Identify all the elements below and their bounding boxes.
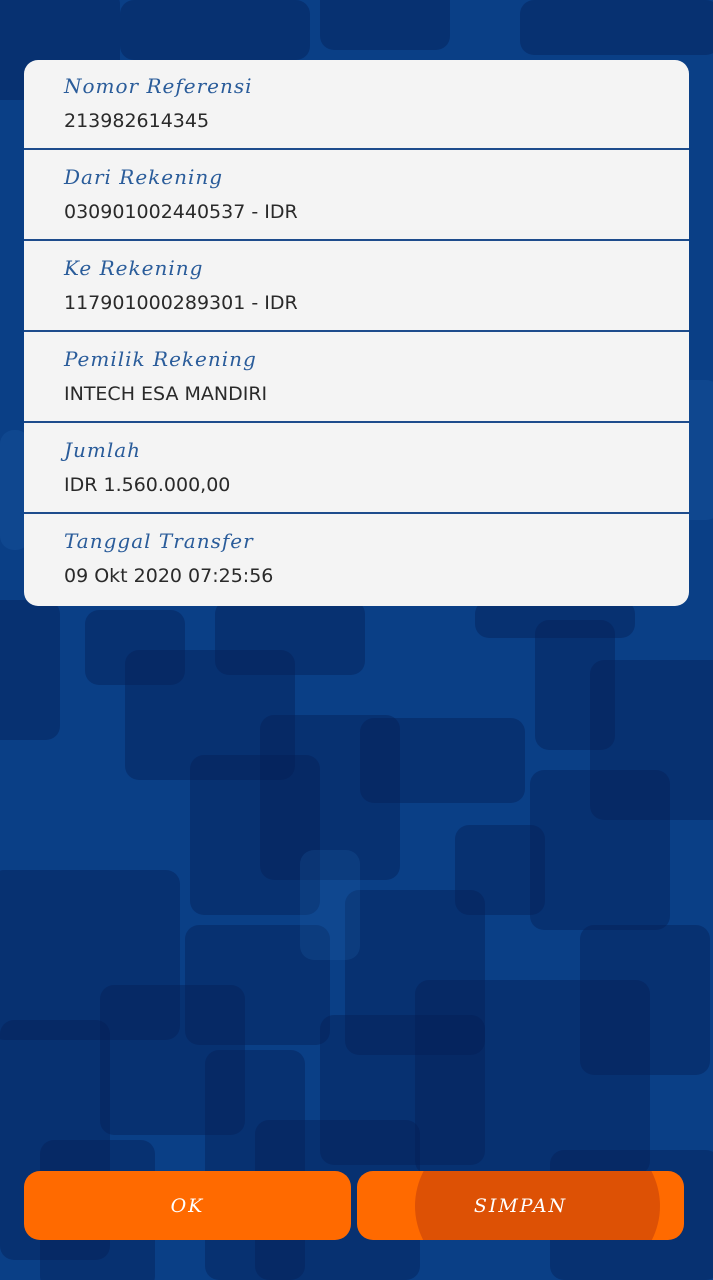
transfer-date-value: 09 Okt 2020 07:25:56 (64, 565, 274, 587)
detail-row-account-owner: Pemilik Rekening INTECH ESA MANDIRI (24, 333, 689, 423)
ok-button[interactable]: OK (24, 1171, 351, 1240)
transfer-date-label: Tanggal Transfer (64, 529, 254, 553)
source-account-label: Dari Rekening (64, 165, 224, 189)
detail-row-destination-account: Ke Rekening 117901000289301 - IDR (24, 242, 689, 332)
reference-number-value: 213982614345 (64, 110, 210, 132)
save-button-label: SIMPAN (473, 1194, 568, 1217)
ok-button-label: OK (170, 1194, 205, 1217)
detail-row-transfer-date: Tanggal Transfer 09 Okt 2020 07:25:56 (24, 515, 689, 605)
save-button[interactable]: SIMPAN (357, 1171, 684, 1240)
detail-row-amount: Jumlah IDR 1.560.000,00 (24, 424, 689, 514)
source-account-value: 030901002440537 - IDR (64, 201, 298, 223)
amount-label: Jumlah (64, 438, 142, 462)
detail-row-reference-number: Nomor Referensi 213982614345 (24, 60, 689, 150)
account-owner-value: INTECH ESA MANDIRI (64, 383, 268, 405)
amount-value: IDR 1.560.000,00 (64, 474, 231, 496)
destination-account-value: 117901000289301 - IDR (64, 292, 298, 314)
transaction-details-card: Nomor Referensi 213982614345 Dari Rekeni… (24, 60, 689, 606)
detail-row-source-account: Dari Rekening 030901002440537 - IDR (24, 151, 689, 241)
account-owner-label: Pemilik Rekening (64, 347, 257, 371)
destination-account-label: Ke Rekening (64, 256, 204, 280)
reference-number-label: Nomor Referensi (64, 74, 253, 98)
